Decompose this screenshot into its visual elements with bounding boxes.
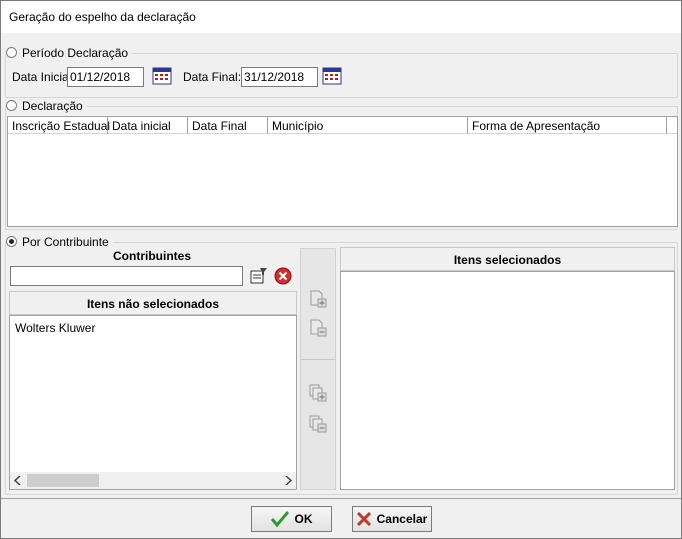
nao-selecionados-header: Itens não selecionados: [9, 291, 297, 315]
data-inicial-field[interactable]: [67, 67, 144, 87]
add-item-icon[interactable]: [309, 290, 327, 308]
declaracao-grid[interactable]: Inscrição Estadual Data inicial Data Fin…: [7, 116, 678, 227]
col-forma-apresentacao[interactable]: Forma de Apresentação: [468, 117, 667, 134]
data-final-field[interactable]: [241, 67, 318, 87]
cancelar-label: Cancelar: [376, 512, 428, 526]
ok-button[interactable]: OK: [251, 506, 332, 532]
selecionados-header: Itens selecionados: [340, 247, 675, 271]
contribuinte-legend-label: Por Contribuinte: [22, 235, 109, 249]
bottom-divider: [1, 498, 681, 499]
nao-selecionados-list[interactable]: Wolters Kluwer: [9, 315, 297, 490]
scroll-right-icon[interactable]: [284, 476, 292, 485]
col-data-inicial[interactable]: Data inicial: [108, 117, 188, 134]
dialog-window: Geração do espelho da declaração Período…: [0, 0, 682, 539]
remove-all-icon[interactable]: [309, 415, 327, 433]
window-title: Geração do espelho da declaração: [9, 10, 196, 24]
declaracao-legend-label: Declaração: [22, 99, 83, 113]
col-municipio[interactable]: Município: [268, 117, 468, 134]
ok-label: OK: [294, 512, 313, 526]
list-item[interactable]: Wolters Kluwer: [15, 321, 95, 335]
scroll-thumb[interactable]: [27, 474, 99, 487]
data-final-label: Data Final:: [183, 70, 242, 84]
remove-item-icon[interactable]: [309, 319, 327, 337]
col-data-final[interactable]: Data Final: [188, 117, 268, 134]
title-bar: Geração do espelho da declaração: [1, 1, 681, 33]
data-inicial-label: Data Inicial: [12, 70, 72, 84]
contribuinte-radio[interactable]: [6, 236, 17, 247]
check-icon: [270, 511, 289, 527]
scroll-left-icon[interactable]: [14, 476, 22, 485]
add-all-icon[interactable]: [309, 384, 327, 402]
transfer-divider: [301, 359, 335, 360]
cancelar-button[interactable]: Cancelar: [352, 506, 432, 532]
col-inscricao-estadual[interactable]: Inscrição Estadual: [8, 117, 110, 134]
horizontal-scrollbar[interactable]: [10, 472, 296, 489]
declaracao-legend[interactable]: Declaração: [6, 99, 87, 113]
cancel-x-icon: [356, 512, 371, 526]
transfer-buttons-panel: [300, 248, 336, 490]
contribuintes-label: Contribuintes: [113, 249, 191, 263]
periodo-radio[interactable]: [6, 47, 17, 58]
data-inicial-calendar-icon[interactable]: [151, 66, 173, 86]
contribuinte-legend[interactable]: Por Contribuinte: [6, 235, 113, 249]
periodo-legend-label: Período Declaração: [22, 46, 129, 60]
declaracao-radio[interactable]: [6, 100, 17, 111]
declaracao-grid-header: Inscrição Estadual Data inicial Data Fin…: [8, 117, 677, 134]
selecionados-list[interactable]: [340, 271, 675, 490]
contribuinte-search-input[interactable]: [10, 266, 243, 286]
filter-edit-icon[interactable]: [250, 267, 268, 285]
periodo-legend[interactable]: Período Declaração: [6, 46, 133, 60]
clear-icon[interactable]: [274, 267, 292, 285]
data-final-calendar-icon[interactable]: [321, 66, 343, 86]
